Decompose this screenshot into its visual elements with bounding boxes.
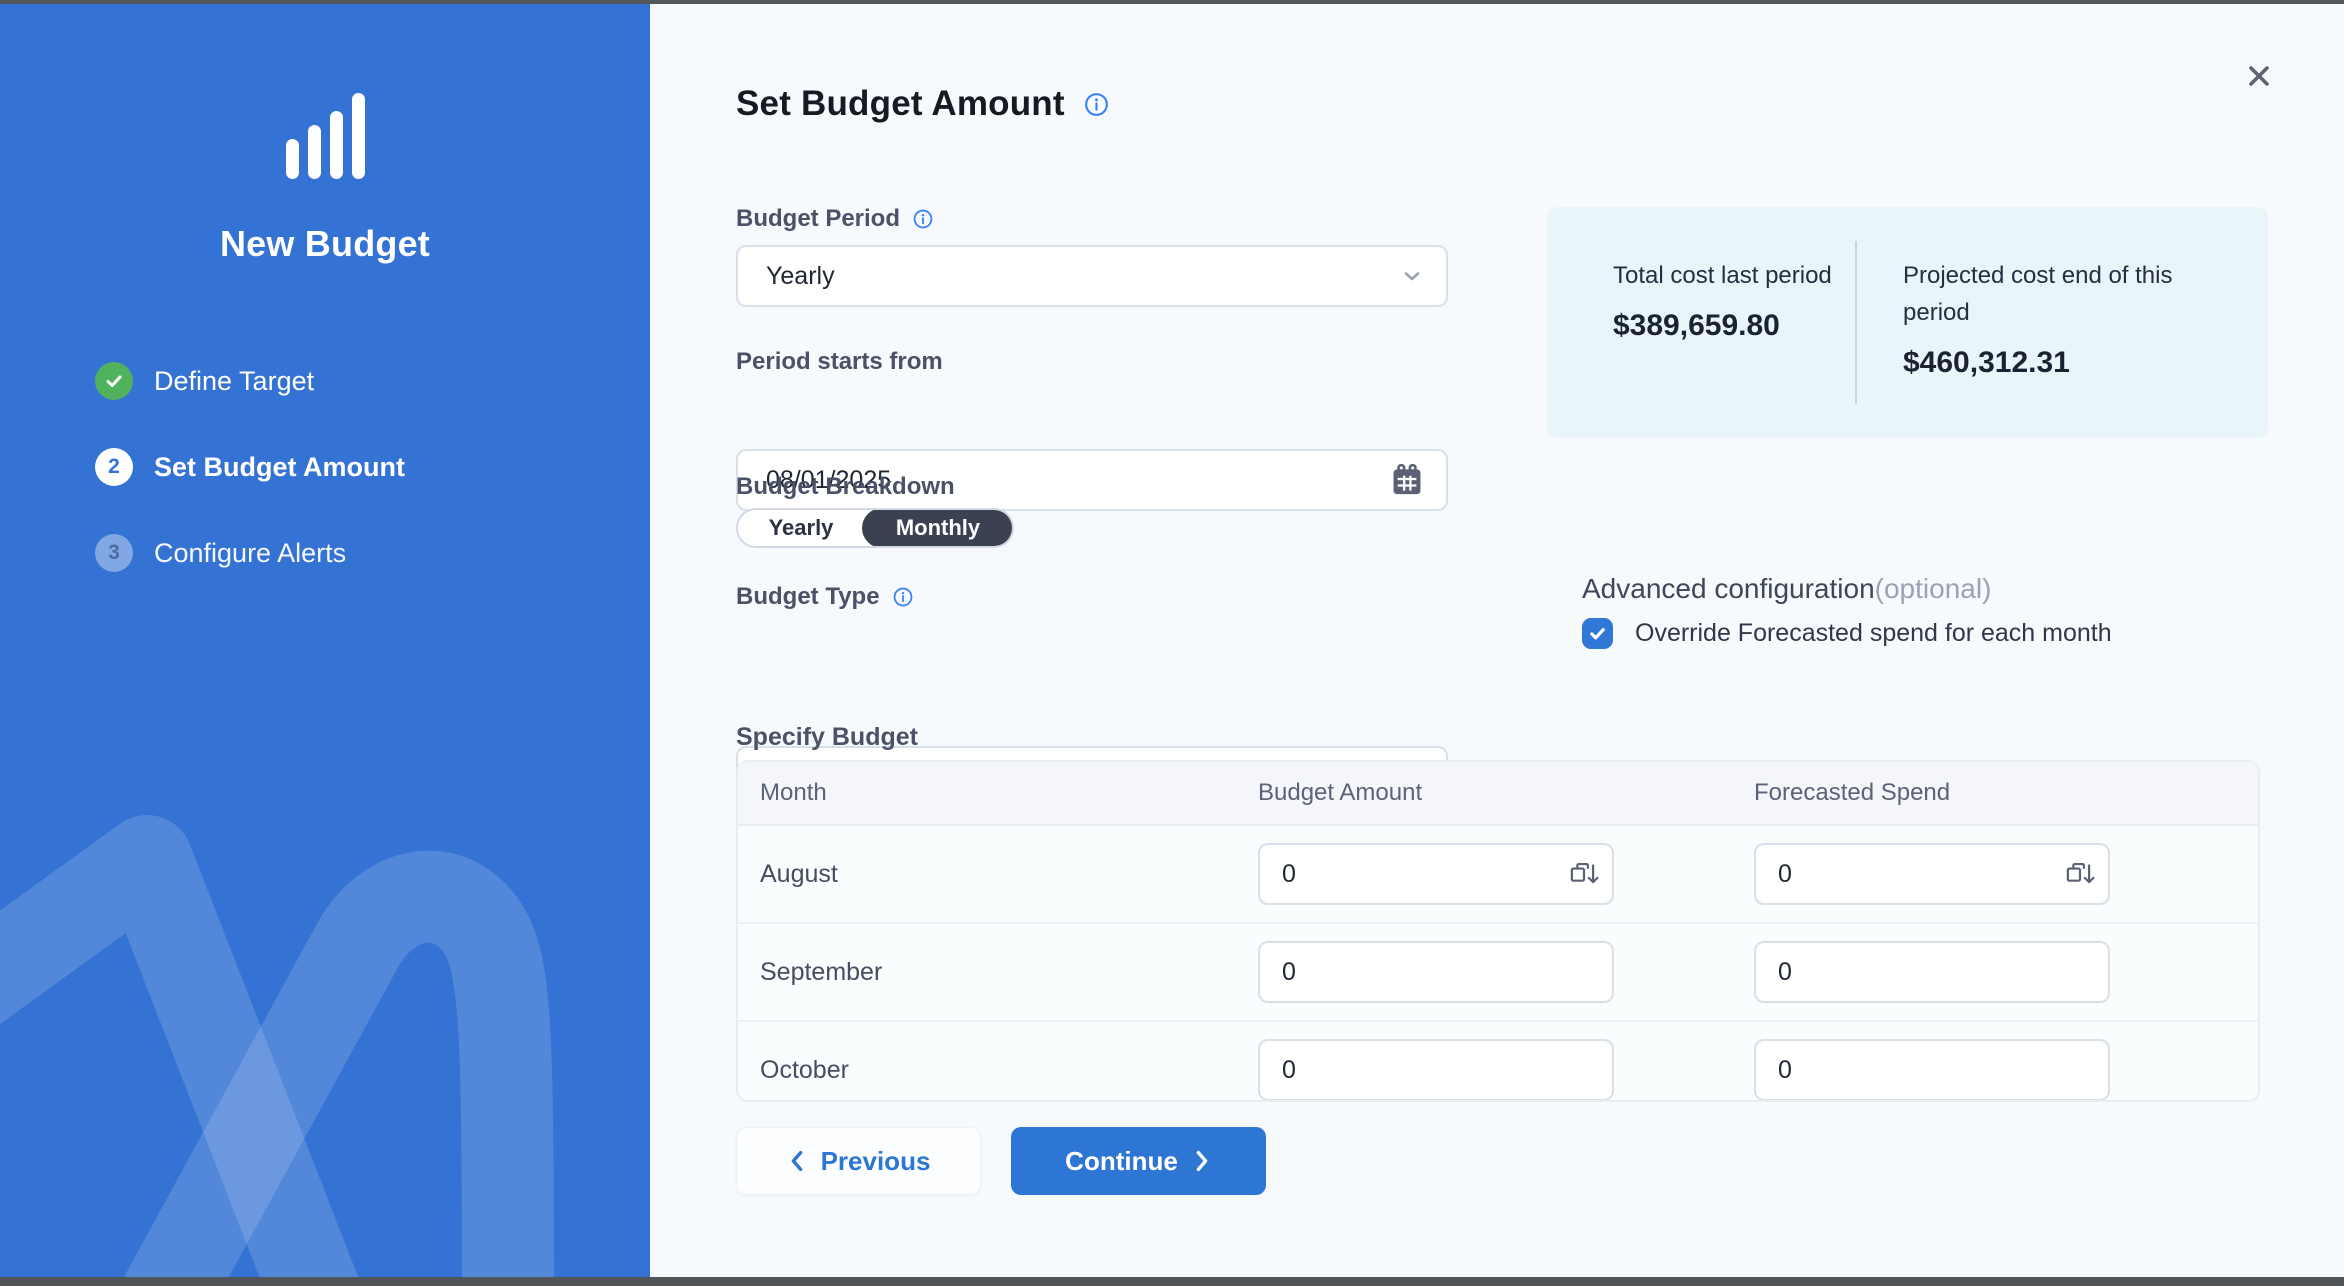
chevron-down-icon <box>1400 264 1424 288</box>
app-logo-bar-chart-icon <box>0 93 650 179</box>
toggle-option-monthly[interactable]: Monthly <box>862 508 1014 548</box>
specify-budget-table: Month Budget Amount Forecasted Spend Aug… <box>736 760 2260 1102</box>
fill-down-icon <box>2063 859 2097 889</box>
projected-cost-value: $460,312.31 <box>1903 346 2217 380</box>
projected-cost-label: Projected cost end of this period <box>1903 257 2217 331</box>
month-cell: October <box>738 1056 1258 1085</box>
step-label: Set Budget Amount <box>154 452 405 483</box>
window-top-edge <box>0 0 2344 4</box>
step-define-target[interactable]: Define Target <box>95 362 650 400</box>
total-cost-last-period-label: Total cost last period <box>1613 257 1855 294</box>
fill-down-button[interactable] <box>1560 850 1608 898</box>
previous-button-label: Previous <box>821 1146 931 1177</box>
column-header-budget-amount: Budget Amount <box>1258 779 1754 807</box>
check-icon <box>1588 624 1607 643</box>
budget-type-label: Budget Type <box>736 583 880 611</box>
advanced-configuration-title: Advanced configuration <box>1582 573 1875 604</box>
override-forecast-checkbox[interactable] <box>1582 618 1613 649</box>
budget-period-value: Yearly <box>766 262 835 291</box>
budget-amount-input-october[interactable] <box>1258 1039 1614 1101</box>
chevron-left-icon <box>787 1149 807 1173</box>
column-header-forecasted-spend: Forecasted Spend <box>1754 779 2258 807</box>
step-label: Define Target <box>154 366 314 397</box>
step-number-badge: 3 <box>95 534 133 572</box>
continue-button[interactable]: Continue <box>1011 1127 1266 1195</box>
brand-watermark <box>0 766 650 1286</box>
advanced-configuration-section: Advanced configuration(optional) Overrid… <box>1582 573 2112 649</box>
budget-period-select[interactable]: Yearly <box>736 245 1448 307</box>
page-title: Set Budget Amount <box>736 84 1065 124</box>
set-budget-amount-panel: Set Budget Amount Budget Period Yearly <box>650 0 2344 1286</box>
step-number-badge: 2 <box>95 448 133 486</box>
table-row-august: August <box>738 826 2258 924</box>
new-budget-wizard: New Budget Define Target 2 Set Budget Am… <box>0 0 2344 1286</box>
cost-summary-card: Total cost last period $389,659.80 Proje… <box>1547 207 2268 438</box>
forecasted-spend-input-september[interactable] <box>1754 941 2110 1003</box>
info-icon[interactable] <box>912 208 934 230</box>
wizard-steps: Define Target 2 Set Budget Amount 3 Conf… <box>0 362 650 572</box>
forecasted-spend-input-october[interactable] <box>1754 1039 2110 1101</box>
chevron-right-icon <box>1192 1149 1212 1173</box>
table-row-october: October <box>738 1022 2258 1102</box>
window-bottom-edge <box>0 1277 2344 1286</box>
wizard-sidebar: New Budget Define Target 2 Set Budget Am… <box>0 0 650 1286</box>
step-label: Configure Alerts <box>154 538 346 569</box>
toggle-option-yearly[interactable]: Yearly <box>738 510 864 546</box>
budget-period-label: Budget Period <box>736 205 900 233</box>
month-cell: August <box>738 860 1258 889</box>
override-forecast-label: Override Forecasted spend for each month <box>1635 619 2112 648</box>
previous-button[interactable]: Previous <box>736 1127 981 1195</box>
column-header-month: Month <box>738 779 1258 807</box>
step-set-budget-amount[interactable]: 2 Set Budget Amount <box>95 448 650 486</box>
fill-down-button[interactable] <box>2056 850 2104 898</box>
month-cell: September <box>738 958 1258 987</box>
budget-breakdown-toggle: Yearly Monthly <box>736 508 1014 548</box>
calendar-icon[interactable] <box>1390 462 1424 498</box>
fill-down-icon <box>1567 859 1601 889</box>
close-icon <box>2244 61 2274 91</box>
wizard-title: New Budget <box>0 223 650 265</box>
table-header-row: Month Budget Amount Forecasted Spend <box>738 762 2258 826</box>
optional-suffix: (optional) <box>1875 573 1992 604</box>
budget-breakdown-label: Budget Breakdown <box>736 473 955 501</box>
total-cost-last-period-value: $389,659.80 <box>1613 309 1855 343</box>
period-starts-label: Period starts from <box>736 348 943 376</box>
table-row-september: September <box>738 924 2258 1022</box>
specify-budget-label: Specify Budget <box>736 723 918 752</box>
step-done-check-icon <box>95 362 133 400</box>
info-icon[interactable] <box>1083 91 1110 118</box>
close-button[interactable] <box>2240 57 2278 95</box>
budget-amount-input-september[interactable] <box>1258 941 1614 1003</box>
step-configure-alerts[interactable]: 3 Configure Alerts <box>95 534 650 572</box>
info-icon[interactable] <box>892 586 914 608</box>
continue-button-label: Continue <box>1065 1146 1178 1177</box>
